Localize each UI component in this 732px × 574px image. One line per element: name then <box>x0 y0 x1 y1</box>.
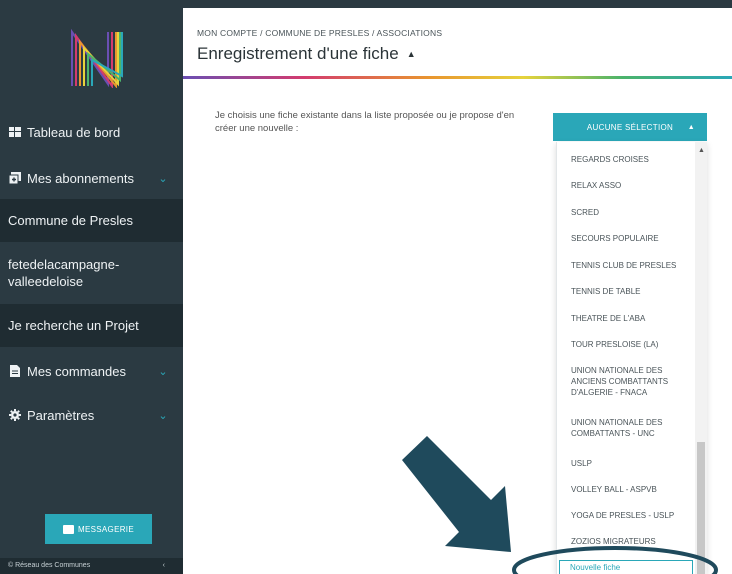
sidebar-item-fetedelacampagne[interactable]: fetedelacampagne-valleedeloise <box>0 243 183 303</box>
scroll-up-arrow-icon[interactable]: ▲ <box>698 147 705 154</box>
scrollbar-thumb[interactable] <box>697 442 705 574</box>
sidebar-footer: © Réseau des Communes ‹ <box>0 558 183 574</box>
dropdown-option[interactable]: UNION NATIONALE DES ANCIENS COMBATTANTS … <box>571 365 695 398</box>
logo-icon <box>71 28 123 88</box>
dropdown-option[interactable]: REGARDS CROISES <box>571 154 695 165</box>
collapse-chevron-icon[interactable]: ‹ <box>163 558 165 574</box>
dropdown-option[interactable]: THEATRE DE L'ABA <box>571 313 695 324</box>
gear-icon <box>9 409 21 421</box>
sidebar-item-label: Tableau de bord <box>27 124 121 140</box>
pointer-arrow-icon <box>402 436 511 552</box>
footer-text: © Réseau des Communes <box>8 562 91 569</box>
caret-up-icon[interactable]: ▲ <box>407 49 416 59</box>
sidebar-item-je-recherche-un-projet[interactable]: Je recherche un Projet <box>0 304 183 347</box>
messagerie-button[interactable]: MESSAGERIE <box>45 514 152 544</box>
dropdown-scrollbar[interactable]: ▲ <box>695 142 707 574</box>
sidebar-item-label: Je recherche un Projet <box>8 318 139 333</box>
chevron-down-icon[interactable]: ⌄ <box>153 365 173 378</box>
breadcrumb[interactable]: MON COMPTE / COMMUNE DE PRESLES / ASSOCI… <box>197 28 442 38</box>
sidebar-item-settings[interactable]: Paramètres ⌄ <box>0 405 183 425</box>
sidebar-item-label: Mes abonnements <box>27 170 134 186</box>
top-bar <box>183 0 732 8</box>
rainbow-divider <box>183 76 732 79</box>
sidebar-item-label: Commune de Presles <box>8 213 133 228</box>
sidebar-item-commune-de-presles[interactable]: Commune de Presles <box>0 199 183 242</box>
dropdown-option[interactable]: ZOZIOS MIGRATEURS <box>571 536 695 547</box>
sidebar-item-orders[interactable]: Mes commandes ⌄ <box>0 361 183 381</box>
dropdown-option[interactable]: TOUR PRESLOISE (LA) <box>571 339 695 350</box>
message-icon <box>63 524 75 534</box>
subscriptions-icon <box>8 172 21 185</box>
orders-icon <box>9 365 21 377</box>
dropdown-option[interactable]: RELAX ASSO <box>571 180 695 191</box>
dropdown-option[interactable]: VOLLEY BALL - ASPVB <box>571 484 695 495</box>
messagerie-label: MESSAGERIE <box>78 524 134 534</box>
dashboard-icon <box>9 126 21 138</box>
sidebar-item-subscriptions[interactable]: Mes abonnements ⌄ <box>0 168 183 188</box>
dropdown-option[interactable]: USLP <box>571 458 695 469</box>
sidebar-item-label: Mes commandes <box>27 363 126 379</box>
sidebar: Tableau de bord Mes abonnements ⌄ Commun… <box>0 0 183 574</box>
new-fiche-option[interactable]: Nouvelle fiche <box>559 560 693 574</box>
sidebar-item-label: fetedelacampagne-valleedeloise <box>8 257 120 289</box>
dropdown-option[interactable]: TENNIS DE TABLE <box>571 286 695 297</box>
fiche-select-button[interactable]: AUCUNE SÉLECTION ▲ <box>553 113 707 141</box>
caret-up-icon: ▲ <box>687 123 695 131</box>
sidebar-item-dashboard[interactable]: Tableau de bord <box>0 122 183 142</box>
logo[interactable] <box>0 0 183 100</box>
fiche-dropdown-list[interactable]: REGARDS CROISES RELAX ASSO SCRED SECOURS… <box>556 142 707 574</box>
chevron-down-icon[interactable]: ⌄ <box>153 409 173 422</box>
dropdown-option[interactable]: SCRED <box>571 207 695 218</box>
page-title[interactable]: Enregistrement d'une fiche ▲ <box>197 44 416 64</box>
sidebar-item-label: Paramètres <box>27 407 95 423</box>
selection-prompt: Je choisis une fiche existante dans la l… <box>215 110 515 134</box>
dropdown-option[interactable]: SECOURS POPULAIRE <box>571 233 695 244</box>
select-label: AUCUNE SÉLECTION <box>586 122 674 132</box>
chevron-down-icon[interactable]: ⌄ <box>153 172 173 185</box>
dropdown-option[interactable]: UNION NATIONALE DES COMBATTANTS - UNC <box>571 417 695 439</box>
page-title-text: Enregistrement d'une fiche <box>197 44 399 63</box>
dropdown-option[interactable]: YOGA DE PRESLES - USLP <box>571 510 695 521</box>
dropdown-option[interactable]: TENNIS CLUB DE PRESLES <box>571 260 695 271</box>
